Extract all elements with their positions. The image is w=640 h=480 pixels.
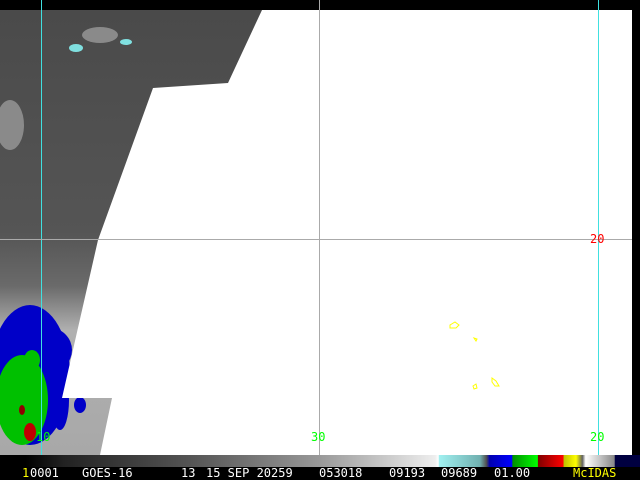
longitude-label: 10 xyxy=(36,430,51,444)
line: 09193 xyxy=(389,466,426,480)
longitude-label: 30 xyxy=(311,430,326,444)
cloud xyxy=(82,27,118,43)
status-bar: 1 0001 GOES-16 13 15 SEP 20259 053018 09193 096… xyxy=(0,467,640,480)
element: 09689 xyxy=(441,466,478,480)
longitude-label: 20 xyxy=(590,430,605,444)
frame-number: 0001 xyxy=(30,466,59,480)
resolution: 01.00 xyxy=(494,466,531,480)
satellite-image xyxy=(0,0,640,455)
latitude-label: 20 xyxy=(590,232,605,246)
cloud-top-cold xyxy=(120,39,132,45)
time: 053018 xyxy=(319,466,363,480)
band: 13 xyxy=(181,466,196,480)
cloud-top-cold xyxy=(69,44,83,52)
frame-prefix: 1 xyxy=(22,466,30,480)
satellite-name: GOES-16 xyxy=(82,466,133,480)
mcidas-logo: McIDAS xyxy=(573,466,617,480)
satellite-image-display: 20 30 20 10 1 0001 GOES-16 13 15 SEP 20259 05… xyxy=(0,0,640,480)
date: 15 SEP 20259 xyxy=(206,466,293,480)
